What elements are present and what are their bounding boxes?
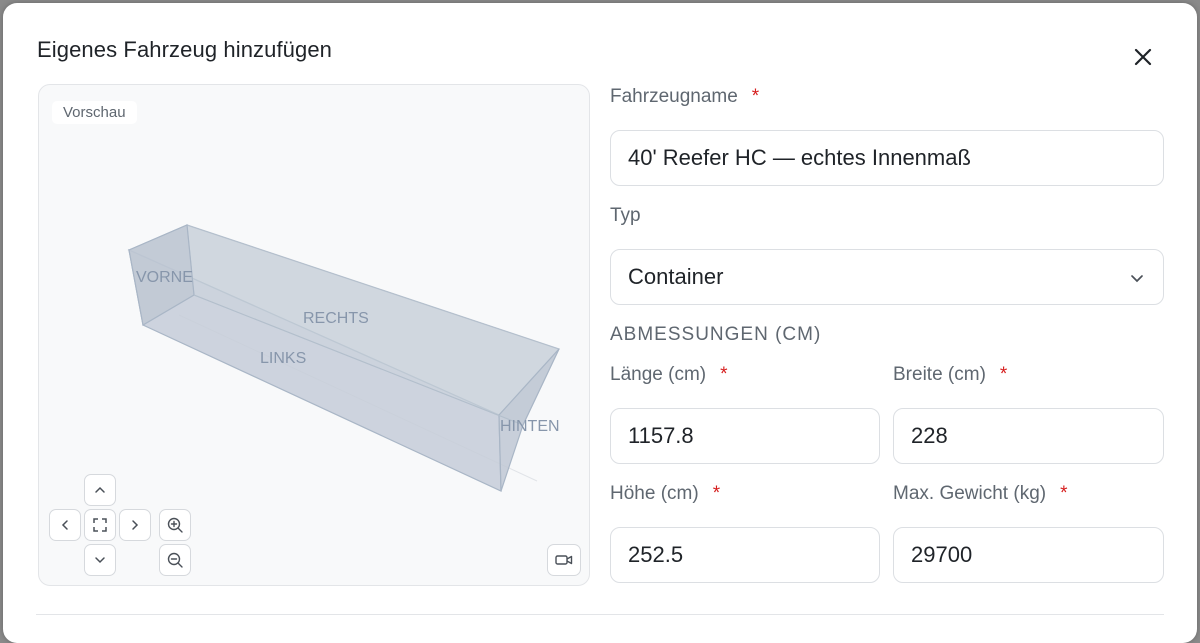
fit-view-button[interactable] bbox=[84, 509, 116, 541]
chevron-up-icon bbox=[95, 486, 105, 493]
height-label: Höhe (cm) * bbox=[610, 483, 721, 504]
vehicle-name-input[interactable]: 40' Reefer HC — echtes Innenmaß bbox=[610, 130, 1164, 186]
chevron-left-icon bbox=[61, 520, 68, 530]
width-label: Breite (cm) * bbox=[893, 364, 1008, 385]
pan-down-button[interactable] bbox=[84, 544, 116, 576]
required-indicator: * bbox=[999, 364, 1008, 385]
required-indicator: * bbox=[720, 364, 728, 385]
dialog-title: Eigenes Fahrzeug hinzufügen bbox=[37, 37, 333, 62]
vehicle-name-label: Fahrzeugname * bbox=[610, 86, 760, 107]
vehicle-preview-panel[interactable]: Vorschau VORNE RECHTS LINKS HINTEN bbox=[38, 84, 590, 586]
add-vehicle-dialog: Eigenes Fahrzeug hinzufügen Vorschau VOR… bbox=[3, 3, 1197, 643]
length-label: Länge (cm) * bbox=[610, 364, 728, 385]
max-weight-value: 29700 bbox=[911, 542, 973, 567]
type-select-value: Container bbox=[628, 264, 724, 289]
length-value: 1157.8 bbox=[628, 423, 694, 448]
length-input[interactable]: 1157.8 bbox=[610, 408, 880, 464]
max-weight-label: Max. Gewicht (kg) * bbox=[893, 483, 1068, 504]
chevron-right-icon bbox=[132, 520, 139, 530]
pan-left-button[interactable] bbox=[49, 509, 81, 541]
width-input[interactable]: 228 bbox=[893, 408, 1164, 464]
required-indicator: * bbox=[751, 86, 760, 107]
type-select[interactable]: Container bbox=[610, 249, 1164, 305]
required-indicator: * bbox=[712, 483, 721, 504]
type-label: Typ bbox=[610, 205, 641, 226]
face-label-right: RECHTS bbox=[303, 310, 369, 327]
pan-right-button[interactable] bbox=[119, 509, 151, 541]
dimensions-heading: ABMESSUNGEN (CM) bbox=[610, 324, 822, 345]
vehicle-name-value: 40' Reefer HC — echtes Innenmaß bbox=[628, 145, 971, 170]
chevron-down-icon bbox=[95, 557, 105, 564]
height-value: 252.5 bbox=[628, 542, 684, 567]
face-label-front: VORNE bbox=[136, 269, 193, 286]
zoom-out-icon bbox=[167, 552, 183, 568]
fit-view-icon bbox=[93, 518, 107, 532]
camera-icon bbox=[555, 555, 573, 565]
zoom-in-icon bbox=[167, 517, 183, 533]
close-icon[interactable] bbox=[1131, 45, 1155, 69]
face-label-left: LINKS bbox=[260, 350, 306, 367]
footer-divider bbox=[36, 614, 1164, 615]
camera-view-button[interactable] bbox=[547, 544, 581, 576]
chevron-down-icon bbox=[1131, 275, 1143, 283]
pan-up-button[interactable] bbox=[84, 474, 116, 506]
width-value: 228 bbox=[911, 423, 948, 448]
zoom-in-button[interactable] bbox=[159, 509, 191, 541]
zoom-out-button[interactable] bbox=[159, 544, 191, 576]
max-weight-input[interactable]: 29700 bbox=[893, 527, 1164, 583]
face-label-back: HINTEN bbox=[500, 418, 560, 435]
required-indicator: * bbox=[1060, 483, 1068, 504]
height-input[interactable]: 252.5 bbox=[610, 527, 880, 583]
